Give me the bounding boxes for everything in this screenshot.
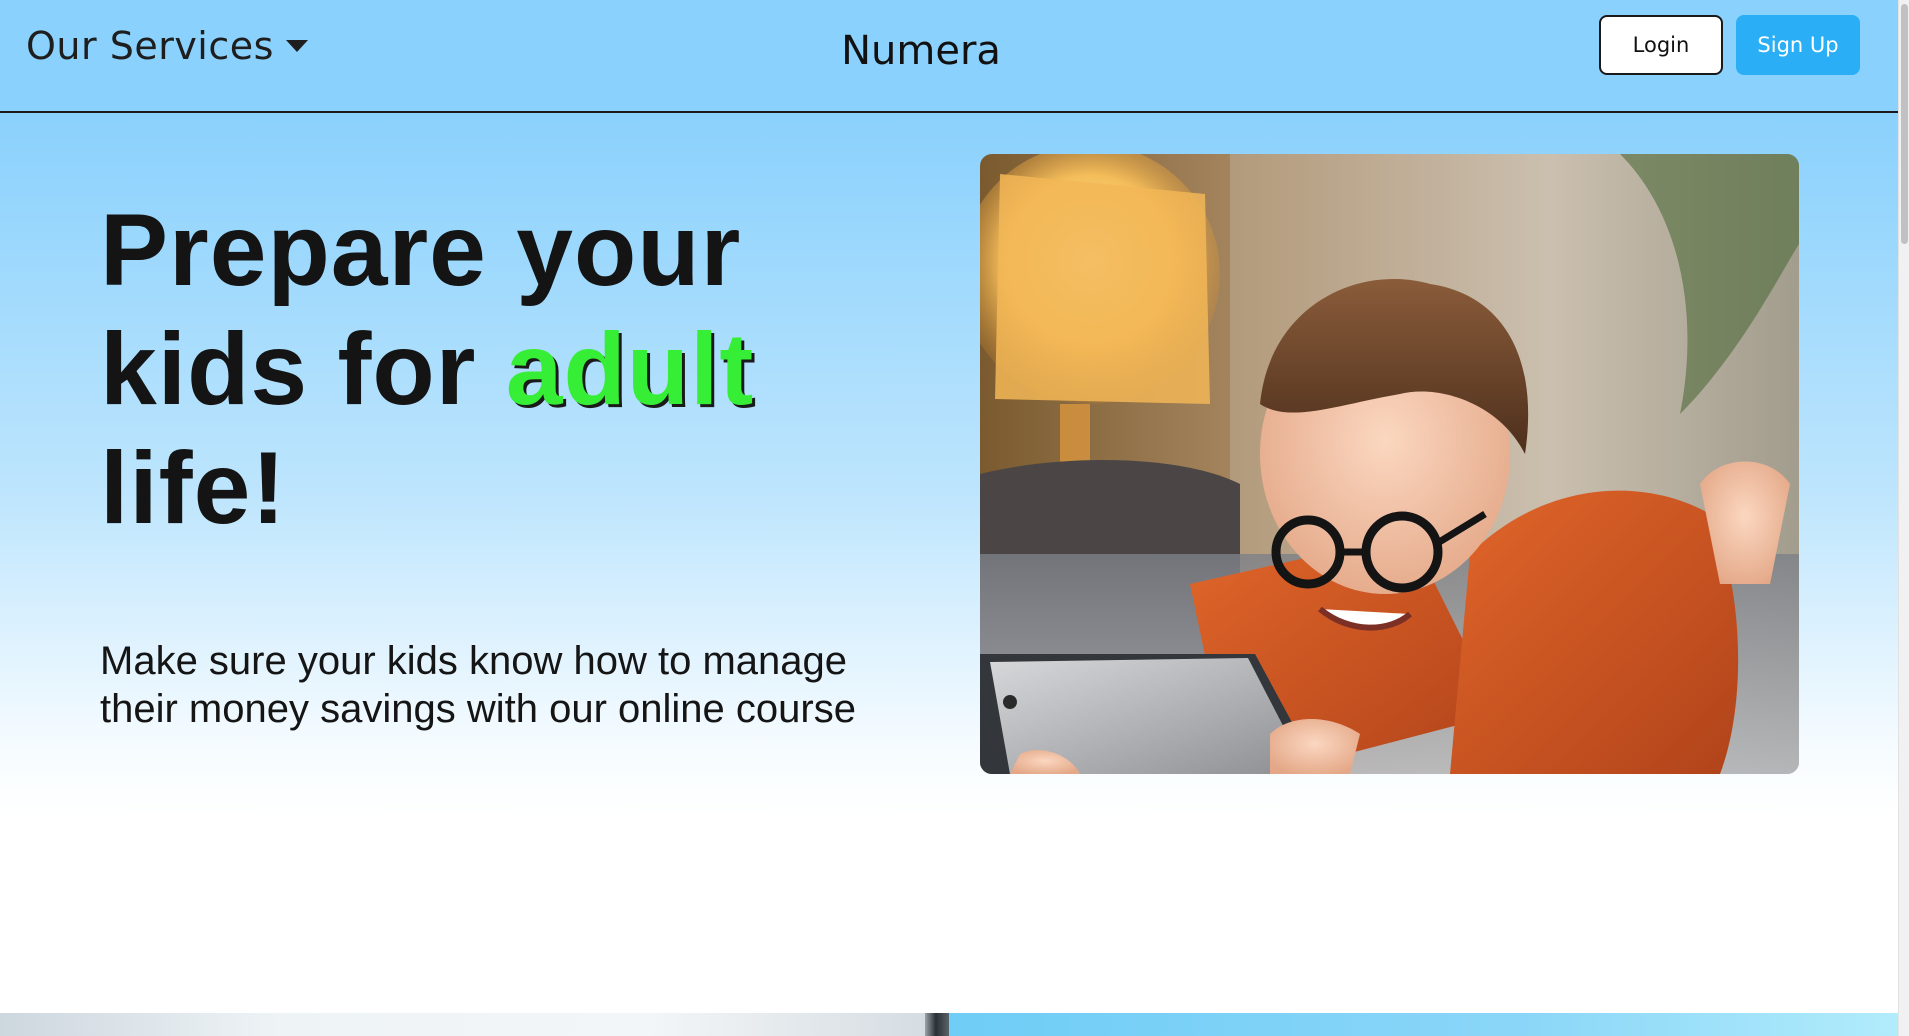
next-section-image-left bbox=[0, 1013, 925, 1036]
headline-accent-word: adult bbox=[505, 312, 755, 426]
browser-viewport: Our Services Numera Login Sign Up Prepar… bbox=[0, 0, 1909, 1036]
page: Our Services Numera Login Sign Up Prepar… bbox=[0, 0, 1898, 1036]
next-section-divider bbox=[925, 1013, 949, 1036]
vertical-scrollbar[interactable] bbox=[1898, 0, 1909, 1036]
hero-subtext: Make sure your kids know how to manage t… bbox=[100, 639, 856, 731]
hero-section: Prepare your kids for adult life! Make s… bbox=[0, 113, 1898, 1013]
login-button[interactable]: Login bbox=[1599, 15, 1723, 75]
top-navbar: Our Services Numera Login Sign Up bbox=[0, 0, 1898, 113]
kid-with-tablet-photo bbox=[980, 154, 1799, 774]
hero-headline: Prepare your kids for adult life! bbox=[100, 191, 920, 548]
sign-up-button[interactable]: Sign Up bbox=[1736, 15, 1860, 75]
scrollbar-thumb[interactable] bbox=[1901, 4, 1908, 244]
headline-part2: life! bbox=[100, 431, 287, 545]
next-section-panel-right bbox=[949, 1013, 1898, 1036]
brand-logo-text[interactable]: Numera bbox=[0, 28, 1842, 74]
